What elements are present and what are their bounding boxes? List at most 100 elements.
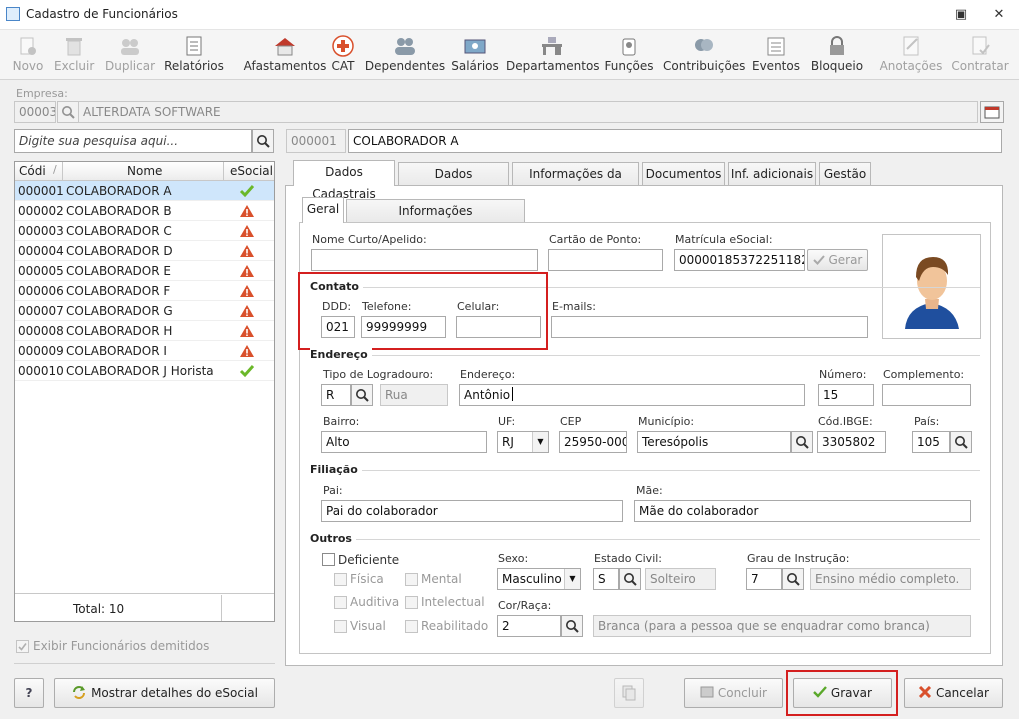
close-button[interactable]: ✕ <box>984 4 1014 26</box>
uf-select[interactable]: RJ ▼ <box>497 431 549 453</box>
table-row[interactable]: 000008 COLABORADOR H <box>15 321 274 341</box>
chevron-down-icon[interactable]: ▼ <box>532 432 548 452</box>
sexo-select[interactable]: Masculino ▼ <box>497 568 581 590</box>
grau-input[interactable]: 7 <box>746 568 782 590</box>
gravar-button[interactable]: Gravar <box>793 678 892 708</box>
search-button[interactable] <box>252 129 274 153</box>
search-icon <box>356 389 369 402</box>
search-input[interactable]: Digite sua pesquisa aqui... <box>14 129 252 153</box>
grau-search[interactable] <box>782 568 804 590</box>
col-name-header[interactable]: Nome <box>127 164 162 178</box>
toolbar-relatorios-button[interactable]: Relatórios <box>164 32 224 78</box>
tipo-logradouro-search[interactable] <box>351 384 373 406</box>
search-icon <box>787 573 800 586</box>
table-row[interactable]: 000004 COLABORADOR D <box>15 241 274 261</box>
table-row[interactable]: 000001 COLABORADOR A <box>15 181 274 201</box>
grid-header: Códi / Nome eSocial <box>15 162 274 181</box>
tab-0[interactable]: Dados Cadastrais <box>293 160 395 201</box>
nome-curto-input[interactable] <box>311 249 538 271</box>
empresa-search-button[interactable] <box>57 101 79 123</box>
deficiencia-checkbox[interactable] <box>334 596 347 609</box>
table-row[interactable]: 000006 COLABORADOR F <box>15 281 274 301</box>
tab-4[interactable]: Inf. adicionais <box>728 162 816 186</box>
table-row[interactable]: 000009 COLABORADOR I <box>15 341 274 361</box>
estado-civil-search[interactable] <box>619 568 641 590</box>
numero-label: Número: <box>819 368 867 381</box>
app-icon <box>6 7 20 21</box>
tab-1[interactable]: Dados Contratuais <box>398 162 509 203</box>
toolbar-label: Bloqueio <box>810 59 864 73</box>
gerar-button[interactable]: Gerar <box>807 249 868 271</box>
report-icon <box>182 35 206 57</box>
municipio-search[interactable] <box>791 431 813 453</box>
tab-3[interactable]: Documentos <box>642 162 725 186</box>
toolbar-label: Duplicar <box>104 59 155 73</box>
deficiencia-checkbox[interactable] <box>334 620 347 633</box>
emails-input[interactable] <box>551 316 868 338</box>
copy-button[interactable] <box>614 678 644 708</box>
municipio-input[interactable]: Teresópolis <box>637 431 791 453</box>
deficiencia-checkbox[interactable] <box>405 596 418 609</box>
toolbar-cat-button[interactable]: CAT <box>326 32 360 78</box>
deficiencia-checkbox[interactable] <box>405 573 418 586</box>
chevron-down-icon[interactable]: ▼ <box>564 569 580 589</box>
toolbar-novo-button[interactable]: Novo <box>10 32 46 78</box>
toolbar-eventos-button[interactable]: Eventos <box>752 32 800 78</box>
subtab-0[interactable]: Geral <box>302 197 344 223</box>
toolbar-anotacoes-button[interactable]: Anotações <box>876 32 946 78</box>
toolbar-departamentos-button[interactable]: Departamentos <box>506 32 600 78</box>
toolbar-duplicar-button[interactable]: Duplicar <box>104 32 156 78</box>
deficiencia-checkbox[interactable] <box>405 620 418 633</box>
table-row[interactable]: 000005 COLABORADOR E <box>15 261 274 281</box>
cor-input[interactable]: 2 <box>497 615 561 637</box>
empresa-label: Empresa: <box>16 87 68 100</box>
tab-2[interactable]: Informações da folha <box>512 162 639 203</box>
mostrar-esocial-button[interactable]: Mostrar detalhes do eSocial <box>54 678 275 708</box>
bairro-input[interactable]: Alto <box>321 431 487 453</box>
disk-icon <box>700 686 714 698</box>
tipo-logradouro-input[interactable]: R <box>321 384 351 406</box>
toolbar-dependentes-button[interactable]: Dependentes <box>364 32 446 78</box>
toolbar-funcoes-button[interactable]: Funções <box>603 32 655 78</box>
estado-civil-input[interactable]: S <box>593 568 619 590</box>
deficiente-label: Deficiente <box>338 553 400 567</box>
toolbar-label: Excluir <box>54 59 95 73</box>
deficiencia-checkbox[interactable] <box>334 573 347 586</box>
toolbar-salarios-button[interactable]: Salários <box>450 32 500 78</box>
cep-input[interactable]: 25950-000 <box>559 431 627 453</box>
pai-input[interactable]: Pai do colaborador <box>321 500 623 522</box>
toolbar-contratar-button[interactable]: Contratar <box>950 32 1010 78</box>
table-row[interactable]: 000010 COLABORADOR J Horista <box>15 361 274 381</box>
empresa-code-field[interactable]: 00003 <box>14 101 56 123</box>
cor-search[interactable] <box>561 615 583 637</box>
restore-button[interactable]: ▣ <box>946 4 976 26</box>
concluir-button[interactable]: Concluir <box>684 678 783 708</box>
table-row[interactable]: 000003 COLABORADOR C <box>15 221 274 241</box>
toolbar-bloqueio-button[interactable]: Bloqueio <box>810 32 864 78</box>
table-row[interactable]: 000007 COLABORADOR G <box>15 301 274 321</box>
help-button[interactable]: ? <box>14 678 44 708</box>
tab-5[interactable]: Gestão <box>819 162 871 186</box>
matricula-input[interactable]: 00000185372251182 <box>674 249 805 271</box>
endereco-input[interactable]: Antônio <box>459 384 805 406</box>
cancelar-button[interactable]: Cancelar <box>904 678 1003 708</box>
mae-input[interactable]: Mãe do colaborador <box>634 500 971 522</box>
col-code-header[interactable]: Códi <box>19 164 46 178</box>
selected-name-field[interactable]: COLABORADOR A <box>348 129 1002 153</box>
numero-input[interactable]: 15 <box>818 384 874 406</box>
pais-search[interactable] <box>950 431 972 453</box>
col-esocial-header[interactable]: eSocial <box>230 164 273 178</box>
cartao-input[interactable] <box>548 249 663 271</box>
complemento-input[interactable] <box>882 384 971 406</box>
deficiente-checkbox[interactable] <box>322 553 335 566</box>
concluir-label: Concluir <box>717 686 767 700</box>
calendar-button[interactable] <box>980 101 1004 123</box>
toolbar-excluir-button[interactable]: Excluir <box>54 32 94 78</box>
exibir-demitidos-checkbox[interactable] <box>16 640 29 653</box>
toolbar-contribuicoes-button[interactable]: Contribuições <box>663 32 745 78</box>
pais-input[interactable]: 105 <box>912 431 950 453</box>
cod-ibge-input[interactable]: 3305802 <box>817 431 886 453</box>
table-row[interactable]: 000002 COLABORADOR B <box>15 201 274 221</box>
toolbar-afastamentos-button[interactable]: Afastamentos <box>237 32 333 78</box>
search-icon <box>955 436 968 449</box>
